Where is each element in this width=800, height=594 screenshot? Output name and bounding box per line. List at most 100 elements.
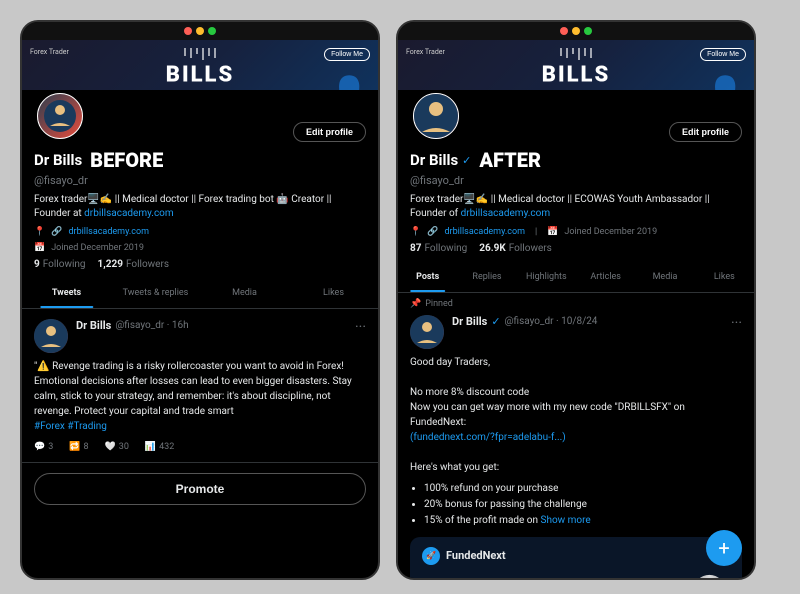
before-tweet-handle: @fisayo_dr · 16h <box>115 320 188 331</box>
phone-header-after <box>398 22 754 40</box>
before-cover-dots <box>183 48 217 60</box>
before-tab-media[interactable]: Media <box>200 278 289 308</box>
after-following-stat[interactable]: 87 Following <box>410 243 467 254</box>
after-tab-media[interactable]: Media <box>635 262 694 292</box>
after-follow-button[interactable]: Follow Me <box>700 48 746 61</box>
after-followers-label: Followers <box>509 243 552 254</box>
after-meta-row: 📍 🔗 drbillsacademy.com | 📅 Joined Decemb… <box>410 227 742 237</box>
after-bullet-3: 15% of the profit made on Show more <box>424 513 742 529</box>
before-follow-button[interactable]: Follow Me <box>324 48 370 61</box>
before-label: BEFORE <box>90 148 163 172</box>
after-pinned-body: Good day Traders, No more 8% discount co… <box>410 355 742 578</box>
before-meta-location: 📍 <box>34 227 45 237</box>
funded-logo-row: 🚀 FundedNext <box>422 547 730 565</box>
pin-icon: 📌 <box>410 299 421 309</box>
before-bio-link[interactable]: drbillsacademy.com <box>84 208 173 219</box>
after-tab-posts[interactable]: Posts <box>398 262 457 292</box>
after-bullet-list: 100% refund on your purchase 20% bonus f… <box>410 481 742 529</box>
after-cover-title: BILLS <box>542 63 610 88</box>
before-views-action[interactable]: 📊 432 <box>145 442 174 452</box>
before-tweet-actions: 💬 3 🔁 8 🤍 30 📊 432 <box>34 442 366 452</box>
after-stats-row: 87 Following 26.9K Followers <box>410 243 742 254</box>
after-meta-website[interactable]: drbillsacademy.com <box>444 227 525 237</box>
after-tab-likes[interactable]: Likes <box>695 262 754 292</box>
before-following-stat[interactable]: 9 Following <box>34 259 86 270</box>
before-tabs: Tweets Tweets & replies Media Likes <box>22 278 378 309</box>
after-tabs: Posts Replies Highlights Articles Media … <box>398 262 754 293</box>
location-icon: 📍 <box>34 227 45 237</box>
funded-icon: 🚀 <box>422 547 440 565</box>
after-profile-section: Edit profile Dr Bills ✓ AFTER @fisayo_dr… <box>398 90 754 262</box>
after-pinned-tweet: Dr Bills ✓ @fisayo_dr · 10/8/24 ··· Good… <box>398 309 754 578</box>
after-following-count: 87 <box>410 243 421 254</box>
after-bio-link[interactable]: drbillsacademy.com <box>461 208 550 219</box>
after-content: Forex Trader BILLS Follow Me 👤 <box>398 40 754 578</box>
retweet-icon: 🔁 <box>69 442 80 452</box>
after-pinned-header: Dr Bills ✓ @fisayo_dr · 10/8/24 ··· <box>410 315 742 349</box>
after-edit-profile-button[interactable]: Edit profile <box>669 122 742 142</box>
before-tweet-avatar <box>34 319 68 353</box>
after-location-icon: 📍 <box>410 227 421 237</box>
reply-icon: 💬 <box>34 442 45 452</box>
before-edit-profile-button[interactable]: Edit profile <box>293 122 366 142</box>
before-tab-tweets[interactable]: Tweets <box>22 278 111 308</box>
after-tweet-menu-icon[interactable]: ··· <box>731 315 742 331</box>
before-followers-label: Followers <box>126 259 169 270</box>
before-cover-title: BILLS <box>166 63 234 88</box>
after-tab-highlights[interactable]: Highlights <box>517 262 576 292</box>
show-more-link[interactable]: Show more <box>541 515 591 526</box>
before-calendar-icon: 📅 <box>34 243 45 253</box>
after-tweet-verified: ✓ <box>491 315 500 328</box>
before-stats-row: 9 Following 1,229 Followers <box>34 259 366 270</box>
verified-badge-icon: ✓ <box>462 154 471 167</box>
before-reply-action[interactable]: 💬 3 <box>34 442 53 452</box>
before-retweet-action[interactable]: 🔁 8 <box>69 442 88 452</box>
after-avatar <box>410 90 462 142</box>
dot-green <box>208 27 216 35</box>
before-tab-tweets-replies[interactable]: Tweets & replies <box>111 278 200 308</box>
after-funded-link[interactable]: (fundednext.com/?fpr=adelabu-f...) <box>410 432 566 443</box>
dot-yellow-after <box>572 27 580 35</box>
after-handle: @fisayo_dr <box>410 174 742 187</box>
after-following-label: Following <box>424 243 467 254</box>
after-followers-stat[interactable]: 26.9K Followers <box>479 243 552 254</box>
after-tab-articles[interactable]: Articles <box>576 262 635 292</box>
after-bullet-1: 100% refund on your purchase <box>424 481 742 497</box>
after-cover-dots <box>559 48 593 60</box>
before-meta-website[interactable]: drbillsacademy.com <box>68 227 149 237</box>
before-meta-icon2: 🔗 <box>51 227 62 237</box>
before-tweet-name-row: Dr Bills @fisayo_dr · 16h <box>76 319 347 332</box>
before-tweet-hashtags[interactable]: #Forex #Trading <box>34 421 107 432</box>
before-meta-joined-row: 📅 Joined December 2019 <box>34 243 366 253</box>
after-avatar-inner <box>414 94 458 138</box>
after-meta-location: 📍 <box>410 227 421 237</box>
after-profile-name: Dr Bills ✓ AFTER <box>410 148 742 172</box>
before-like-action[interactable]: 🤍 30 <box>105 442 129 452</box>
before-followers-stat[interactable]: 1,229 Followers <box>98 259 169 270</box>
like-icon: 🤍 <box>105 442 116 452</box>
before-cover-subtitle: Forex Trader <box>30 48 69 56</box>
after-avatar-row: Edit profile <box>410 90 742 142</box>
after-bullet-2: 20% bonus for passing the challenge <box>424 497 742 513</box>
before-tab-likes[interactable]: Likes <box>289 278 378 308</box>
before-tweet-body: "⚠️ Revenge trading is a risky rollercoa… <box>34 359 366 434</box>
dot-red <box>184 27 192 35</box>
after-calendar-icon: 📅 <box>547 227 558 237</box>
after-fab-button[interactable]: + <box>706 530 742 566</box>
after-tab-replies[interactable]: Replies <box>457 262 516 292</box>
astronaut-icon: 🧑‍🚀 <box>687 568 732 578</box>
after-pinned-greeting: Good day Traders, <box>410 355 742 370</box>
after-pinned-divider: Here's what you get: <box>410 460 742 475</box>
funded-next-card: 🚀 FundedNext 🧑‍🚀 <box>410 537 742 578</box>
before-following-count: 9 <box>34 259 40 270</box>
before-promote-button[interactable]: Promote <box>34 473 366 505</box>
funded-name: FundedNext <box>446 548 506 565</box>
before-followers-count: 1,229 <box>98 259 123 270</box>
before-following-label: Following <box>43 259 86 270</box>
after-tweet-name: Dr Bills <box>452 315 487 328</box>
before-meta-row: 📍 🔗 drbillsacademy.com <box>34 227 366 237</box>
before-tweet-menu-icon[interactable]: ··· <box>355 319 366 335</box>
before-avatar <box>34 90 86 142</box>
after-tweet-name-row: Dr Bills ✓ @fisayo_dr · 10/8/24 <box>452 315 723 328</box>
before-profile-section: Edit profile Dr Bills BEFORE @fisayo_dr … <box>22 90 378 278</box>
